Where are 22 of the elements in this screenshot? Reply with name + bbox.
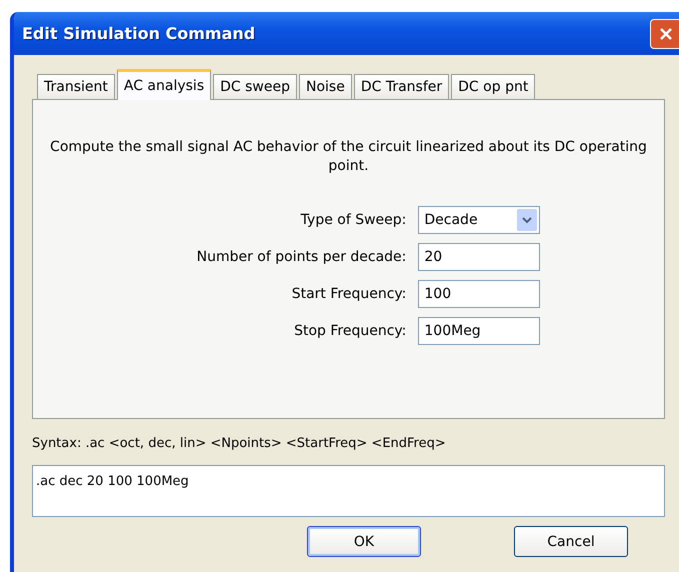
tab[interactable]: DC op pnt — [451, 74, 536, 99]
syntax-text: Syntax: .ac <oct, dec, lin> <Npoints> <StartFreq> <EndFreq> — [32, 436, 447, 451]
input-field[interactable]: 20 — [418, 243, 540, 271]
window-title: Edit Simulation Command — [22, 24, 256, 43]
cancel-button[interactable]: Cancel — [514, 526, 628, 557]
command-field[interactable]: .ac dec 20 100 100Meg — [32, 465, 665, 517]
field-label: Start Frequency: — [290, 286, 406, 302]
ok-button[interactable]: OK — [307, 526, 421, 557]
tab[interactable]: Noise — [299, 74, 352, 99]
tab[interactable]: DC Transfer — [354, 74, 450, 99]
input-field[interactable]: 100 — [418, 280, 540, 308]
close-button[interactable] — [650, 18, 679, 48]
input-field[interactable]: 100Meg — [418, 317, 540, 345]
field-label: Number of points per decade: — [196, 249, 406, 265]
field-label: Stop Frequency: — [293, 323, 406, 339]
tab[interactable]: DC sweep — [213, 74, 297, 99]
description-text: Compute the small signal AC behavior of the circuit linearized about its DC operating point. — [49, 138, 648, 176]
close-icon — [658, 26, 674, 42]
tab[interactable]: Transient — [37, 74, 115, 99]
tab[interactable]: AC analysis — [116, 69, 212, 100]
sweep-dropdown[interactable]: Decade — [418, 206, 540, 234]
field-label: Type of Sweep: — [300, 212, 406, 228]
